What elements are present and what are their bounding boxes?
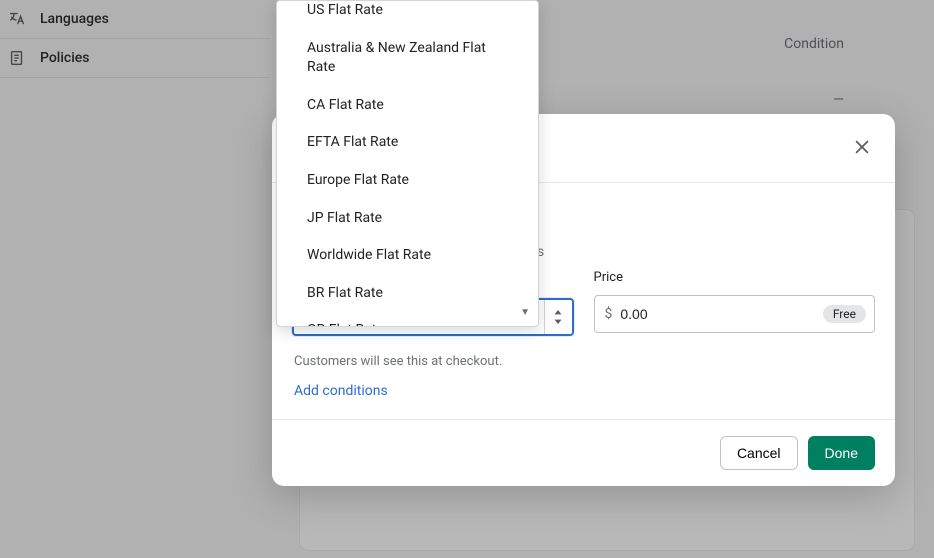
price-input[interactable] xyxy=(620,306,814,322)
dropdown-option[interactable]: JP Flat Rate xyxy=(277,200,538,238)
dropdown-option[interactable]: GB Flat Rate xyxy=(277,312,538,326)
free-badge: Free xyxy=(823,305,866,323)
rate-name-dropdown: US Flat Rate Australia & New Zealand Fla… xyxy=(276,0,539,327)
dropdown-option[interactable]: CA Flat Rate xyxy=(277,87,538,125)
done-button[interactable]: Done xyxy=(808,436,875,470)
price-field: Price $ Free xyxy=(594,298,876,336)
currency-symbol: $ xyxy=(605,306,613,322)
dropdown-option[interactable]: Australia & New Zealand Flat Rate xyxy=(277,30,538,87)
price-label: Price xyxy=(594,270,876,285)
dropdown-option[interactable]: BR Flat Rate xyxy=(277,275,538,313)
dropdown-option[interactable]: Europe Flat Rate xyxy=(277,162,538,200)
chevron-down-icon: ▼ xyxy=(520,307,530,318)
dropdown-option[interactable]: US Flat Rate xyxy=(277,1,538,30)
modal-footer: Cancel Done xyxy=(272,419,895,486)
close-button[interactable] xyxy=(847,132,877,162)
price-input-wrap[interactable]: $ Free xyxy=(594,295,876,333)
dropdown-option[interactable]: Worldwide Flat Rate xyxy=(277,237,538,275)
dropdown-scroll[interactable]: US Flat Rate Australia & New Zealand Fla… xyxy=(277,1,538,326)
combo-caret-button[interactable] xyxy=(544,300,572,334)
helper-text: Customers will see this at checkout. xyxy=(272,346,895,369)
cancel-button[interactable]: Cancel xyxy=(720,436,798,470)
add-conditions-link[interactable]: Add conditions xyxy=(272,369,410,419)
dropdown-option[interactable]: EFTA Flat Rate xyxy=(277,124,538,162)
